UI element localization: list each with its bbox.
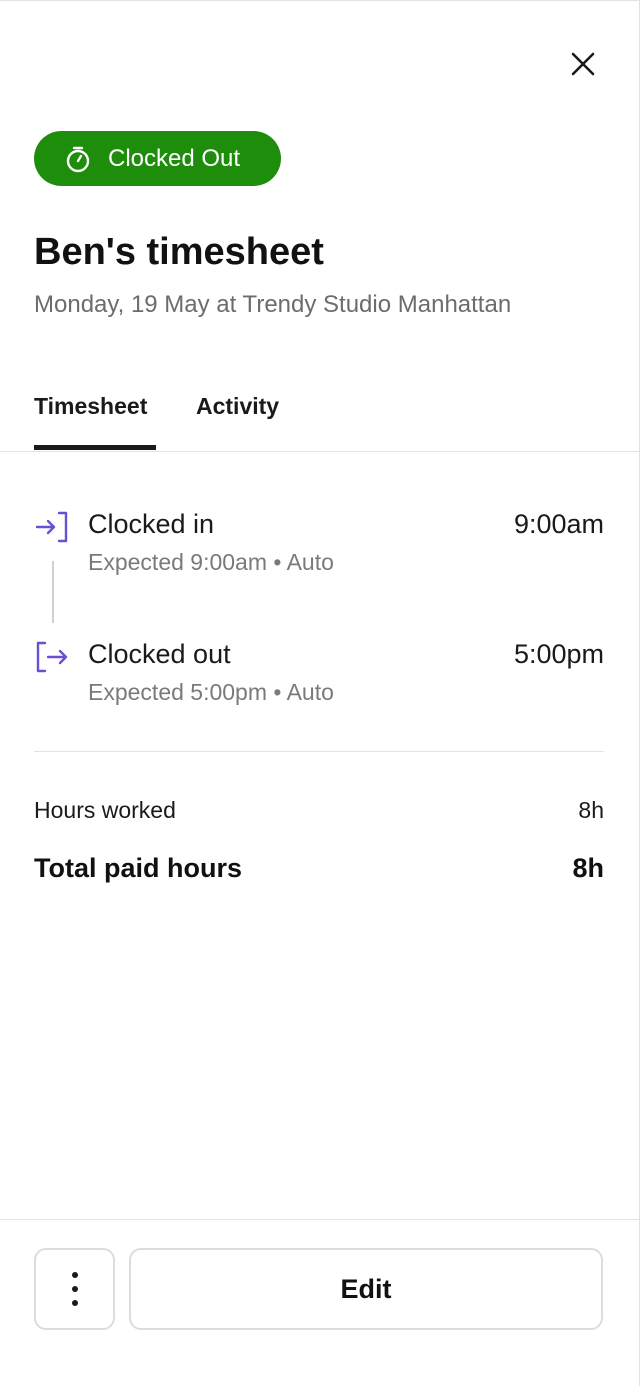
event-label: Clocked out [88, 639, 231, 669]
stopwatch-icon [64, 145, 92, 173]
event-expected: Expected 9:00am • Auto [88, 549, 334, 575]
tab-activity[interactable]: Activity [196, 393, 279, 420]
tab-bar: Timesheet Activity [0, 381, 639, 452]
hours-worked-value: 8h [578, 797, 604, 823]
clock-out-icon [34, 639, 70, 675]
event-label: Clocked in [88, 509, 215, 539]
more-options-button[interactable] [34, 1248, 115, 1330]
close-button[interactable] [566, 47, 600, 81]
page-subtitle: Monday, 19 May at Trendy Studio Manhatta… [34, 291, 512, 318]
close-icon [571, 52, 595, 76]
status-badge: Clocked Out [34, 131, 281, 186]
summary-divider [34, 751, 604, 752]
active-tab-indicator [34, 445, 156, 450]
status-label: Clocked Out [108, 144, 241, 172]
event-time: 5:00pm [513, 639, 604, 669]
total-paid-label: Total paid hours [34, 853, 242, 883]
total-paid-value: 8h [572, 853, 604, 883]
tab-timesheet[interactable]: Timesheet [34, 393, 147, 420]
page-title: Ben's timesheet [34, 231, 324, 273]
event-expected: Expected 5:00pm • Auto [88, 679, 334, 705]
event-time: 9:00am [513, 509, 604, 539]
more-vertical-icon [71, 1272, 78, 1306]
hours-worked-label: Hours worked [34, 797, 176, 823]
edit-button[interactable]: Edit [129, 1248, 603, 1330]
clock-out-event: Clocked out 5:00pm Expected 5:00pm • Aut… [34, 639, 604, 719]
clock-in-event: Clocked in 9:00am Expected 9:00am • Auto [34, 509, 604, 589]
timesheet-panel: Clocked Out Ben's timesheet Monday, 19 M… [0, 0, 640, 1386]
footer-actions: Edit [0, 1219, 639, 1386]
clock-in-icon [34, 509, 70, 545]
